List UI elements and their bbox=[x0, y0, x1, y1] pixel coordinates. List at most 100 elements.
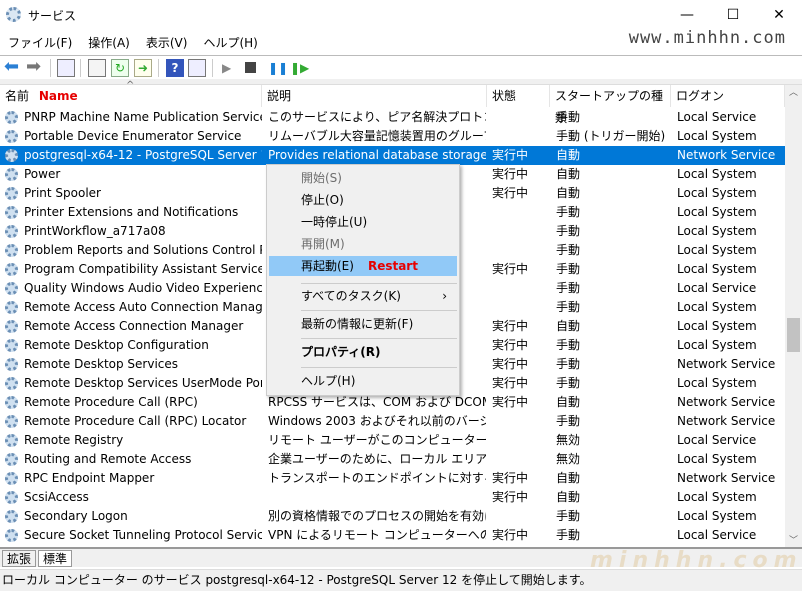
cell-startup: 無効 bbox=[556, 452, 581, 466]
menu-file[interactable]: ファイル(F) bbox=[0, 31, 80, 54]
show-hide-console-tree-icon[interactable] bbox=[57, 59, 75, 77]
cell-name: Remote Registry bbox=[24, 433, 124, 447]
export-list-icon[interactable]: ➜ bbox=[134, 59, 152, 77]
column-description[interactable]: 説明 bbox=[262, 85, 487, 107]
stop-icon[interactable] bbox=[245, 62, 256, 73]
service-gear-icon bbox=[5, 377, 18, 390]
service-gear-icon bbox=[5, 263, 18, 276]
menu-item-pause[interactable]: 一時停止(U) bbox=[269, 212, 457, 232]
column-startup-type[interactable]: スタートアップの種類 bbox=[550, 85, 671, 125]
menu-help[interactable]: ヘルプ(H) bbox=[195, 31, 265, 54]
menu-action[interactable]: 操作(A) bbox=[80, 31, 138, 54]
close-button[interactable]: ✕ bbox=[756, 0, 802, 30]
cell-logon: Local System bbox=[677, 129, 757, 143]
cell-logon: Local System bbox=[677, 319, 757, 333]
cell-logon: Local System bbox=[677, 452, 757, 466]
cell-status: 実行中 bbox=[492, 167, 529, 181]
service-gear-icon bbox=[5, 244, 18, 257]
service-gear-icon bbox=[5, 339, 18, 352]
vertical-scrollbar[interactable]: ︿ ﹀ bbox=[785, 85, 802, 547]
column-name-label: 名前 bbox=[5, 89, 30, 103]
back-icon[interactable]: ⬅ bbox=[4, 58, 22, 77]
service-gear-icon bbox=[5, 206, 18, 219]
cell-desc: VPN によるリモート コンピューターへの接続に... bbox=[268, 528, 486, 542]
cell-startup: 自動 bbox=[556, 471, 581, 485]
cell-logon: Local Service bbox=[677, 110, 757, 124]
service-row[interactable]: Portable Device Enumerator Service リムーバブル… bbox=[0, 127, 785, 146]
cell-logon: Local System bbox=[677, 490, 757, 504]
service-row[interactable]: Routing and Remote Access 企業ユーザーのために、ローカル… bbox=[0, 450, 785, 469]
cell-name: PNRP Machine Name Publication Service bbox=[24, 110, 262, 124]
service-gear-icon bbox=[5, 130, 18, 143]
column-logon[interactable]: ログオン bbox=[671, 85, 785, 107]
cell-name: Portable Device Enumerator Service bbox=[24, 129, 242, 143]
cell-desc: Windows 2003 およびそれ以前のバージョ... bbox=[268, 414, 486, 428]
menu-view[interactable]: 表示(V) bbox=[138, 31, 196, 54]
status-bar: ローカル コンピューター のサービス postgresql-x64-12 - P… bbox=[0, 569, 802, 591]
service-row[interactable]: Remote Registry リモート ユーザーがこのコンピューターのレジス..… bbox=[0, 431, 785, 450]
cell-logon: Local System bbox=[677, 243, 757, 257]
menu-item-all-tasks[interactable]: すべてのタスク(K) › bbox=[269, 286, 457, 306]
service-row[interactable]: Remote Procedure Call (RPC) Locator Windo… bbox=[0, 412, 785, 431]
menu-item-resume[interactable]: 再開(M) bbox=[269, 234, 457, 254]
column-name[interactable]: 名前 Name ^ bbox=[0, 80, 262, 107]
tab-extended[interactable]: 拡張 bbox=[2, 550, 37, 567]
service-row[interactable]: postgresql-x64-12 - PostgreSQL Server 12… bbox=[0, 146, 785, 165]
maximize-button[interactable]: ☐ bbox=[710, 0, 756, 30]
scroll-down-icon[interactable]: ﹀ bbox=[789, 533, 798, 546]
restart-icon[interactable]: ❚▶ bbox=[290, 59, 309, 77]
scrollbar-thumb[interactable] bbox=[787, 318, 800, 352]
service-row[interactable]: PNRP Machine Name Publication Service このサ… bbox=[0, 108, 785, 127]
cell-startup: 手動 bbox=[556, 262, 581, 276]
cell-startup: 自動 bbox=[556, 167, 581, 181]
cell-startup: 手動 bbox=[556, 243, 581, 257]
cell-logon: Local System bbox=[677, 262, 757, 276]
window-title: サービス bbox=[28, 9, 77, 23]
cell-name: Quality Windows Audio Video Experience bbox=[24, 281, 262, 295]
cell-logon: Local System bbox=[677, 205, 757, 219]
service-gear-icon bbox=[5, 472, 18, 485]
column-status[interactable]: 状態 bbox=[487, 85, 550, 107]
cell-logon: Network Service bbox=[677, 357, 776, 371]
cell-logon: Local System bbox=[677, 376, 757, 390]
cell-logon: Local System bbox=[677, 338, 757, 352]
cell-logon: Network Service bbox=[677, 148, 776, 162]
forward-icon[interactable]: ➡ bbox=[26, 58, 44, 77]
service-gear-icon bbox=[5, 149, 18, 162]
cell-name: RPC Endpoint Mapper bbox=[24, 471, 155, 485]
minimize-button[interactable]: — bbox=[664, 0, 710, 30]
cell-startup: 無効 bbox=[556, 433, 581, 447]
service-row[interactable]: Secondary Logon 別の資格情報でのプロセスの開始を有効に... 手動 L… bbox=[0, 507, 785, 526]
cell-name: Remote Access Connection Manager bbox=[24, 319, 244, 333]
service-gear-icon bbox=[5, 396, 18, 409]
cell-status: 実行中 bbox=[492, 490, 529, 504]
tab-standard[interactable]: 標準 bbox=[38, 550, 73, 567]
service-row[interactable]: Secure Socket Tunneling Protocol Service… bbox=[0, 526, 785, 545]
cell-startup: 手動 bbox=[556, 376, 581, 390]
menu-item-start[interactable]: 開始(S) bbox=[269, 168, 457, 188]
service-row[interactable]: RPC Endpoint Mapper トランスポートのエンドポイントに対する R… bbox=[0, 469, 785, 488]
services-gear-icon bbox=[6, 7, 21, 22]
cell-desc: Provides relational database storage. bbox=[268, 148, 486, 162]
start-icon[interactable]: ▶ bbox=[222, 59, 240, 77]
cell-status: 実行中 bbox=[492, 148, 529, 162]
cell-name: PrintWorkflow_a717a08 bbox=[24, 224, 166, 238]
menu-item-restart[interactable]: 再起動(E) Restart bbox=[269, 256, 457, 276]
scroll-up-icon[interactable]: ︿ bbox=[789, 85, 798, 98]
properties-icon[interactable] bbox=[88, 59, 106, 77]
pause-icon[interactable]: ❚❚ bbox=[268, 59, 288, 77]
menu-item-help[interactable]: ヘルプ(H) bbox=[269, 371, 457, 391]
help-icon[interactable]: ? bbox=[166, 59, 184, 77]
cell-name: postgresql-x64-12 - PostgreSQL Server 12 bbox=[24, 148, 262, 162]
show-action-pane-icon[interactable] bbox=[188, 59, 206, 77]
menu-item-stop[interactable]: 停止(O) bbox=[269, 190, 457, 210]
cell-name: Remote Desktop Services bbox=[24, 357, 179, 371]
cell-startup: 自動 bbox=[556, 319, 581, 333]
menu-item-properties[interactable]: プロパティ(R) bbox=[269, 342, 457, 362]
service-row[interactable]: ScsiAccess 実行中 自動 Local System bbox=[0, 488, 785, 507]
cell-desc: 企業ユーザーのために、ローカル エリア ネット... bbox=[268, 452, 486, 466]
cell-startup: 自動 bbox=[556, 186, 581, 200]
cell-startup: 手動 bbox=[556, 509, 581, 523]
cell-logon: Local System bbox=[677, 300, 757, 314]
menu-item-refresh[interactable]: 最新の情報に更新(F) bbox=[269, 314, 457, 334]
